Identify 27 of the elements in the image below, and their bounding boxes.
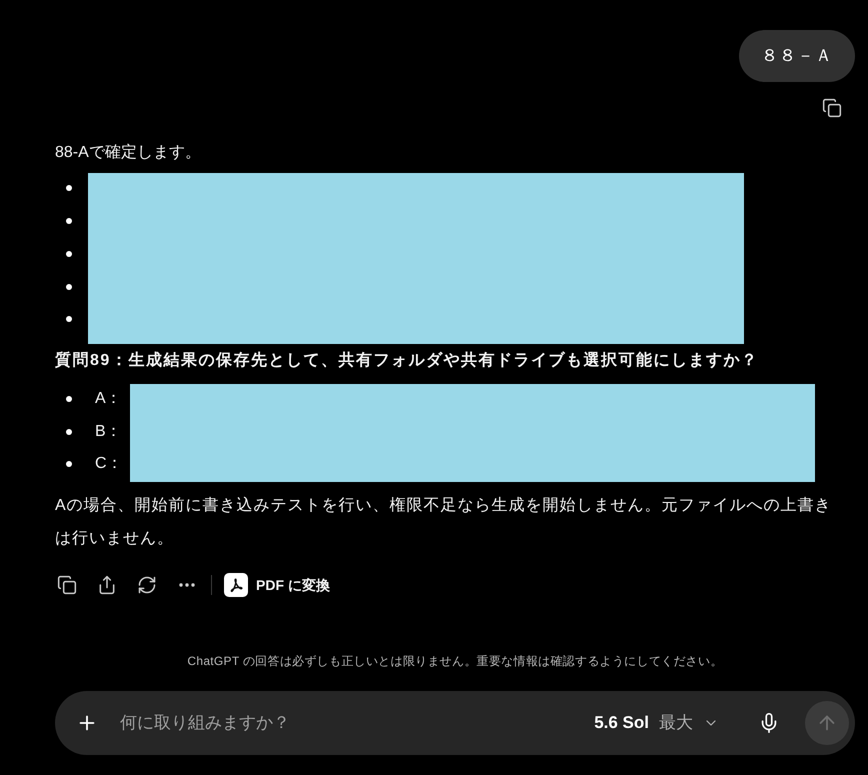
copy-button[interactable] [820,96,844,120]
bullet-icon [66,316,72,322]
message-input[interactable]: 何に取り組みますか？ [120,710,592,736]
bullet-icon [66,218,72,224]
assistant-text: 88-Aで確定します。 [55,142,201,163]
share-icon [97,575,117,595]
pdf-icon [224,573,248,597]
bullet-icon [66,396,72,402]
send-button[interactable] [805,701,849,745]
user-message-bubble: ８８－Ａ [739,30,855,82]
bullet-icon [66,428,72,435]
bullet-icon [66,185,72,192]
convert-to-pdf-button[interactable]: PDF に変換 [216,567,338,603]
copy-icon [57,575,77,595]
copy-icon [822,98,842,118]
model-selector[interactable]: 5.6 Sol 最大 [592,705,721,741]
bullet-icon [66,461,72,468]
bullet-icon [66,284,72,290]
option-label: C： [95,454,124,474]
refresh-icon [137,575,157,595]
option-label: A： [95,389,123,410]
disclaimer-text: ChatGPT の回答は必ずしも正しいとは限りません。重要な情報は確認するようにしてください。 [187,653,723,669]
more-icon [179,583,195,587]
question-heading: 質問89：生成結果の保存先として、共有フォルダや共有ドライブも選択可能にしますか？ [55,350,758,371]
bullet-icon [66,250,72,257]
option-label: B： [95,422,123,442]
note-paragraph: Aの場合、開始前に書き込みテストを行い、権限不足なら生成を開始しません。元ファイルへの上書きは行いません。 [55,496,833,549]
